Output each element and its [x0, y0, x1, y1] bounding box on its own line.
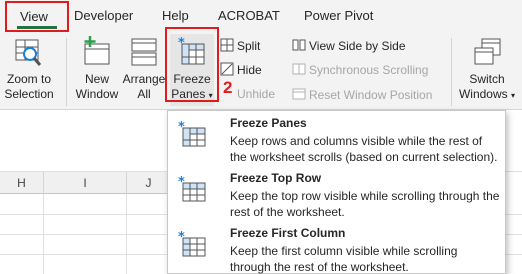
- menu-item-freeze-top-row[interactable]: * Freeze Top Row Keep the top row visibl…: [168, 168, 505, 220]
- svg-text:*: *: [178, 230, 185, 245]
- view-side-by-side-button[interactable]: View Side by Side: [292, 38, 406, 53]
- arrange-all-icon: [131, 38, 157, 66]
- split-button[interactable]: Split: [220, 38, 260, 53]
- freeze-top-row-icon: *: [178, 175, 206, 202]
- side-by-side-icon: [292, 39, 306, 51]
- zoom-label-1: Zoom to: [6, 72, 51, 86]
- freeze-panes-icon: *: [178, 120, 206, 147]
- new-window-label-2: Window: [75, 87, 119, 101]
- unhide-label: Unhide: [237, 87, 276, 101]
- column-header-J[interactable]: J: [127, 172, 171, 194]
- ribbon-separator: [451, 38, 452, 106]
- unhide-button[interactable]: Unhide: [237, 87, 275, 101]
- reset-window-position-label: Reset Window Position: [309, 88, 433, 102]
- arrange-label-1: Arrange: [122, 72, 166, 86]
- switch-windows-icon: [474, 38, 501, 65]
- switch-windows-button[interactable]: Switch Windows ▾: [458, 32, 516, 108]
- active-tab-underline: [17, 26, 57, 29]
- split-label: Split: [237, 39, 261, 53]
- ribbon-tab-bar: View 1 Developer Help ACROBAT Power Pivo…: [0, 0, 522, 62]
- svg-text:*: *: [178, 175, 185, 190]
- new-window-label-1: New: [84, 72, 109, 86]
- svg-text:*: *: [178, 120, 185, 135]
- step-2-marker: 2: [223, 78, 233, 97]
- menu-item-description: Keep rows and columns visible while the …: [230, 134, 498, 164]
- reset-window-position-button[interactable]: Reset Window Position: [292, 87, 432, 102]
- menu-item-title: Freeze Top Row: [230, 171, 322, 185]
- ribbon-separator: [66, 38, 67, 106]
- ribbon-view: Zoom to Selection New Window Arrange All: [0, 27, 522, 110]
- arrange-all-button[interactable]: Arrange All: [121, 32, 167, 108]
- synchronous-scrolling-label: Synchronous Scrolling: [309, 63, 429, 77]
- menu-item-description: Keep the top row visible while scrolling…: [230, 189, 500, 219]
- freeze-highlight-box: [165, 27, 219, 102]
- split-icon: [220, 38, 234, 52]
- tab-power-pivot[interactable]: Power Pivot: [304, 8, 373, 23]
- tab-view[interactable]: View: [5, 1, 69, 32]
- switch-label-1: Switch: [469, 72, 505, 86]
- freeze-first-column-icon: *: [178, 230, 206, 257]
- synchronous-scrolling-button[interactable]: Synchronous Scrolling: [292, 62, 428, 77]
- zoom-to-selection-button[interactable]: Zoom to Selection: [2, 32, 56, 108]
- tab-help[interactable]: Help: [162, 8, 189, 23]
- tab-acrobat[interactable]: ACROBAT: [218, 8, 280, 23]
- freeze-panes-menu: * Freeze Panes Keep rows and columns vis…: [167, 110, 506, 274]
- chevron-down-icon: ▾: [511, 91, 516, 100]
- column-header-I[interactable]: I: [44, 172, 127, 194]
- zoom-selection-icon: [15, 39, 42, 66]
- zoom-label-2: Selection: [4, 87, 54, 101]
- menu-item-freeze-panes[interactable]: * Freeze Panes Keep rows and columns vis…: [168, 113, 505, 165]
- hide-button[interactable]: Hide: [220, 62, 262, 77]
- column-header-H[interactable]: H: [0, 172, 44, 194]
- new-window-icon: [84, 36, 110, 65]
- tab-view-label: View: [20, 9, 48, 24]
- hide-icon: [220, 62, 234, 76]
- arrange-label-2: All: [137, 87, 151, 101]
- hide-label: Hide: [237, 63, 262, 77]
- new-window-button[interactable]: New Window: [74, 32, 120, 108]
- menu-item-description: Keep the first column visible while scro…: [230, 244, 458, 274]
- menu-item-title: Freeze First Column: [230, 226, 346, 240]
- sync-scroll-icon: [292, 63, 306, 75]
- switch-label-2: Windows ▾: [458, 87, 516, 101]
- menu-item-title: Freeze Panes: [230, 116, 307, 130]
- view-side-by-side-label: View Side by Side: [309, 39, 406, 53]
- tab-developer[interactable]: Developer: [74, 8, 133, 23]
- reset-position-icon: [292, 88, 306, 100]
- menu-item-freeze-first-column[interactable]: * Freeze First Column Keep the first col…: [168, 223, 505, 274]
